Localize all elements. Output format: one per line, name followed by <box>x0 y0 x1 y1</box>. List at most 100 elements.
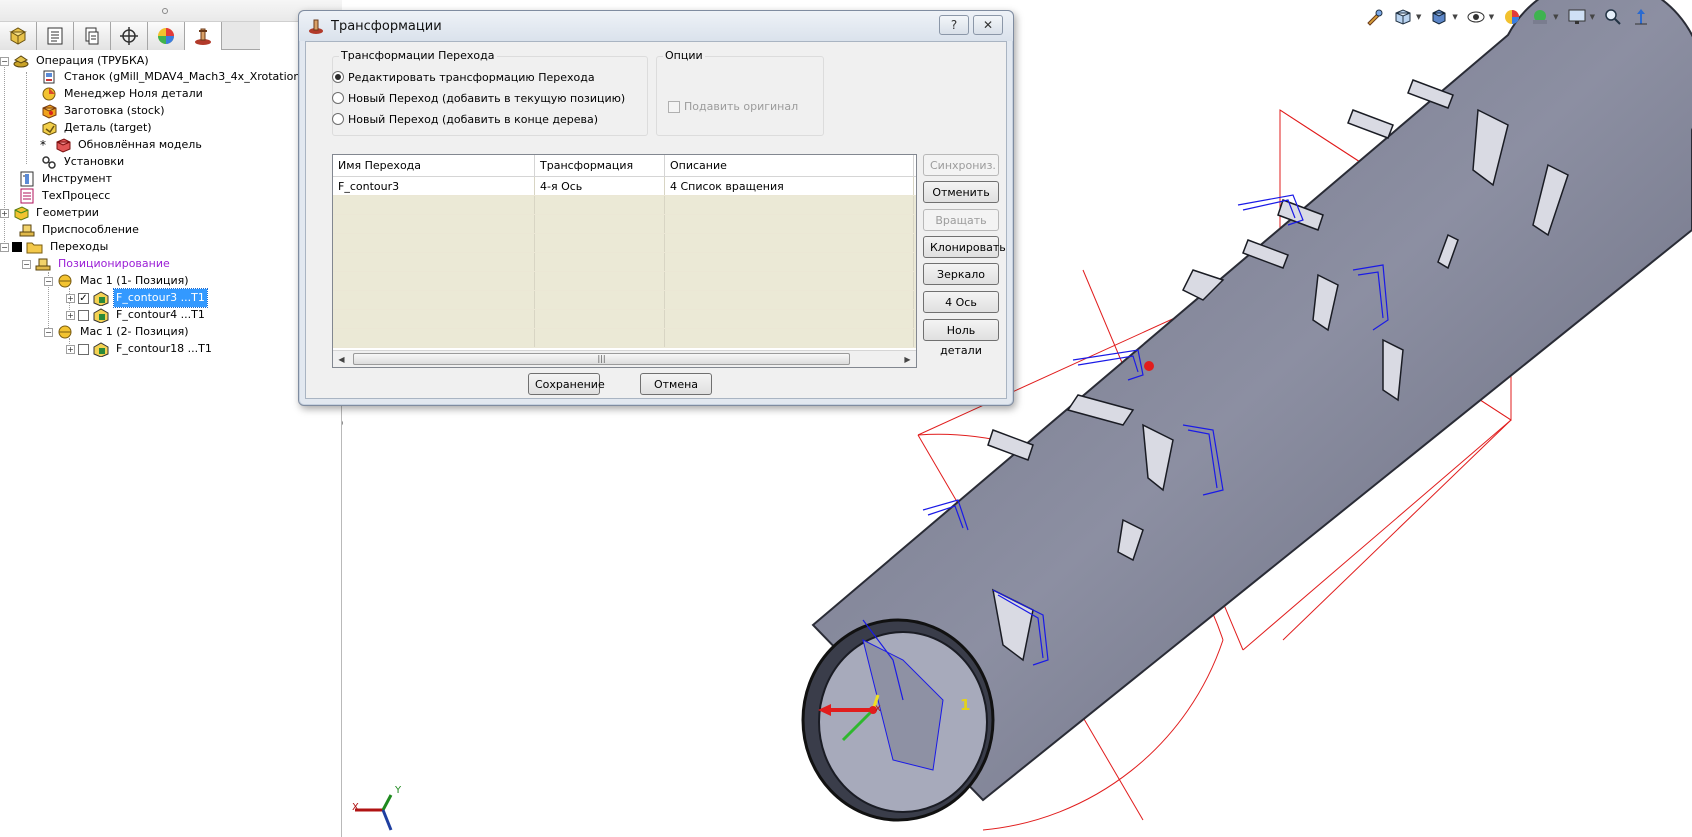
close-button[interactable]: ✕ <box>973 15 1003 35</box>
collapse-toggle[interactable]: − <box>44 327 53 337</box>
cube-icon <box>1395 9 1411 25</box>
tree-item-position-2[interactable]: − Мас 1 (2- Позиция) <box>44 323 191 341</box>
tree-item-f-contour4[interactable]: + F_contour4 ...T1 <box>66 306 207 324</box>
radio-new-current[interactable]: Новый Переход (добавить в текущую позици… <box>332 89 625 107</box>
tree-item-machine[interactable]: Станок (gMill_MDAV4_Mach3_4x_Xrotation_e… <box>40 68 331 86</box>
scroll-thumb[interactable]: ||| <box>353 353 850 365</box>
contour-operation-icon <box>93 291 109 306</box>
horizontal-scrollbar[interactable]: ◀ ||| ▶ <box>333 350 916 367</box>
save-button[interactable]: Сохранение <box>528 373 605 395</box>
machine-icon <box>43 70 55 84</box>
tab-feature-tree[interactable] <box>37 22 74 50</box>
tab-appearance[interactable] <box>148 22 185 50</box>
collapse-toggle[interactable]: − <box>44 276 53 286</box>
view-settings-button[interactable] <box>1565 5 1589 29</box>
setups-icon <box>42 156 56 169</box>
tree-label: Деталь (target) <box>64 121 152 134</box>
column-header-name[interactable]: Имя Перехода <box>333 155 535 176</box>
model-axis-label: 1 <box>960 696 971 714</box>
tree-item-target[interactable]: Деталь (target) <box>40 119 154 137</box>
tab-configuration[interactable] <box>74 22 111 50</box>
tab-cam[interactable] <box>185 22 222 50</box>
transitions-grid[interactable]: Имя Перехода Трансформация Описание F_co… <box>332 154 917 368</box>
expand-toggle[interactable]: + <box>0 208 9 218</box>
tree-item-part-zero[interactable]: Менеджер Ноля детали <box>40 85 205 103</box>
panel-grip[interactable] <box>162 8 168 14</box>
radio-edit-transform[interactable]: Редактировать трансформацию Перехода <box>332 68 595 86</box>
radio-button[interactable] <box>332 92 344 104</box>
view-toolbar: ▼ ▼ ▼ ▼ ▼ <box>1363 4 1653 30</box>
zoom-to-fit-button[interactable] <box>1601 5 1625 29</box>
item-checkbox[interactable] <box>78 309 89 321</box>
tree-label: Инструмент <box>42 172 113 185</box>
collapse-toggle[interactable]: − <box>0 242 9 252</box>
item-checkbox[interactable]: ✓ <box>78 292 89 304</box>
section-view-button[interactable] <box>1363 5 1387 29</box>
tree-item-geometry[interactable]: + Геометрии <box>0 204 101 222</box>
item-checkbox[interactable] <box>78 343 89 355</box>
dropdown-arrow-icon[interactable]: ▼ <box>1553 13 1558 21</box>
radio-button[interactable] <box>332 113 344 125</box>
rotate-button[interactable]: Вращать <box>923 209 999 231</box>
expand-toggle[interactable]: + <box>66 344 75 354</box>
tree-item-updated-model[interactable]: * Обновлённая модель <box>40 136 204 154</box>
tree-item-tool[interactable]: Инструмент <box>18 170 114 188</box>
normal-to-button[interactable] <box>1629 5 1653 29</box>
dropdown-arrow-icon[interactable]: ▼ <box>1416 13 1421 21</box>
tree-item-f-contour3[interactable]: + ✓ F_contour3 ...T1 <box>66 288 208 308</box>
fixture-icon <box>19 224 35 237</box>
dialog-titlebar[interactable]: Трансформации ? ✕ <box>299 11 1013 41</box>
mirror-button[interactable]: Зеркало <box>923 263 999 285</box>
checkbox[interactable] <box>668 100 680 113</box>
tree-item-positioning[interactable]: − Позиционирование <box>22 255 172 273</box>
edit-appearance-button[interactable] <box>1500 5 1524 29</box>
expand-toggle[interactable]: + <box>66 293 75 303</box>
scene-icon <box>1533 10 1548 24</box>
group-title: Трансформации Перехода <box>339 49 497 62</box>
view-orientation-button[interactable] <box>1391 5 1415 29</box>
folder-icon <box>26 242 43 254</box>
group-title: Опции <box>663 49 705 62</box>
empty-row <box>333 291 916 310</box>
dialog-title: Трансформации <box>331 18 442 34</box>
dropdown-arrow-icon[interactable]: ▼ <box>1590 13 1595 21</box>
column-header-transform[interactable]: Трансформация <box>535 155 665 176</box>
part-zero-button[interactable]: Ноль детали <box>923 319 999 357</box>
collapse-toggle[interactable]: − <box>0 56 9 66</box>
sync-button[interactable]: Синхрониз. <box>923 154 999 176</box>
tree-label: Переходы <box>50 240 109 253</box>
radio-new-end[interactable]: Новый Переход (добавить в конце дерева) <box>332 110 598 128</box>
display-style-button[interactable] <box>1427 5 1451 29</box>
scroll-left-icon[interactable]: ◀ <box>333 351 350 368</box>
tab-target[interactable] <box>111 22 148 50</box>
tree-item-process[interactable]: ТехПроцесс <box>18 187 112 205</box>
dropdown-arrow-icon[interactable]: ▼ <box>1489 13 1494 21</box>
expand-toggle[interactable]: + <box>66 310 75 320</box>
cancel-all-button[interactable]: Отменить все <box>923 181 999 219</box>
tree-item-fixture[interactable]: Приспособление <box>18 221 141 239</box>
scene-button[interactable] <box>1528 5 1552 29</box>
radio-button[interactable] <box>332 71 344 83</box>
tree-item-position-1[interactable]: − Мас 1 (1- Позиция) <box>44 272 191 290</box>
model-axis-x-label: x <box>875 703 881 714</box>
contour-operation-icon <box>93 342 109 357</box>
clone-button[interactable]: Клонировать <box>923 236 1006 258</box>
column-header-description[interactable]: Описание <box>665 155 914 176</box>
tree-item-f-contour18[interactable]: + F_contour18 ...T1 <box>66 340 214 358</box>
help-button[interactable]: ? <box>939 15 969 35</box>
table-row[interactable]: F_contour3 4-я Ось 4 Список вращения <box>333 177 916 196</box>
suppress-original-checkbox[interactable]: Подавить оригинал <box>668 100 798 113</box>
collapse-toggle[interactable]: − <box>22 259 31 269</box>
tree-label: F_contour4 ...T1 <box>116 308 205 321</box>
tree-item-setups[interactable]: Установки <box>40 153 126 171</box>
cam-icon <box>309 19 323 34</box>
tab-part[interactable] <box>0 22 37 50</box>
tree-item-transitions[interactable]: − Переходы <box>0 238 110 256</box>
fourth-axis-button[interactable]: 4 Ось <box>923 291 999 313</box>
black-square-icon <box>12 242 22 252</box>
cancel-button[interactable]: Отмена <box>640 373 712 395</box>
hide-show-button[interactable] <box>1464 5 1488 29</box>
tree-item-stock[interactable]: Заготовка (stock) <box>40 102 167 120</box>
scroll-right-icon[interactable]: ▶ <box>899 351 916 368</box>
dropdown-arrow-icon[interactable]: ▼ <box>1452 13 1457 21</box>
